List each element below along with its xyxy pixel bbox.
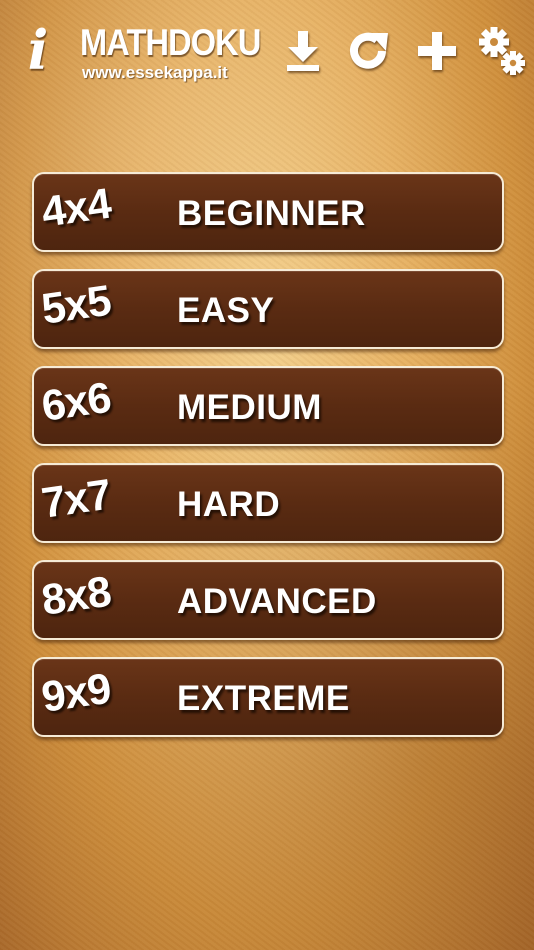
level-name: ADVANCED bbox=[177, 582, 377, 621]
level-name: EXTREME bbox=[177, 679, 350, 718]
level-size: 4x4 bbox=[38, 179, 114, 237]
level-size: 6x6 bbox=[38, 373, 114, 431]
level-button-hard[interactable]: 7x7 HARD bbox=[32, 463, 504, 543]
level-button-beginner[interactable]: 4x4 BEGINNER bbox=[32, 172, 504, 252]
level-name: HARD bbox=[177, 485, 281, 524]
settings-button[interactable] bbox=[478, 26, 526, 76]
level-size: 9x9 bbox=[38, 664, 114, 722]
level-button-medium[interactable]: 6x6 MEDIUM bbox=[32, 366, 504, 446]
info-button[interactable]: i bbox=[18, 18, 58, 82]
level-name: BEGINNER bbox=[177, 194, 366, 233]
level-list: 4x4 BEGINNER 5x5 EASY 6x6 MEDIUM 7x7 HAR… bbox=[32, 172, 508, 754]
app-title: MATHDOKU bbox=[80, 22, 261, 63]
top-bar: i MATHDOKU www.essekappa.it bbox=[0, 0, 534, 90]
add-button[interactable] bbox=[414, 28, 460, 74]
refresh-icon bbox=[350, 32, 388, 69]
level-size: 8x8 bbox=[38, 567, 114, 625]
level-size: 5x5 bbox=[38, 276, 114, 334]
level-name: EASY bbox=[177, 291, 275, 330]
app-branding: MATHDOKU www.essekappa.it bbox=[80, 22, 261, 82]
refresh-button[interactable] bbox=[345, 28, 391, 74]
plus-icon bbox=[418, 32, 456, 70]
level-button-advanced[interactable]: 8x8 ADVANCED bbox=[32, 560, 504, 640]
download-button[interactable] bbox=[283, 28, 323, 74]
level-button-extreme[interactable]: 9x9 EXTREME bbox=[32, 657, 504, 737]
gears-icon bbox=[479, 27, 525, 75]
download-icon bbox=[287, 31, 319, 71]
info-icon: i bbox=[27, 18, 49, 82]
level-name: MEDIUM bbox=[177, 388, 322, 427]
level-size: 7x7 bbox=[38, 470, 114, 528]
level-button-easy[interactable]: 5x5 EASY bbox=[32, 269, 504, 349]
app-url: www.essekappa.it bbox=[82, 63, 228, 82]
